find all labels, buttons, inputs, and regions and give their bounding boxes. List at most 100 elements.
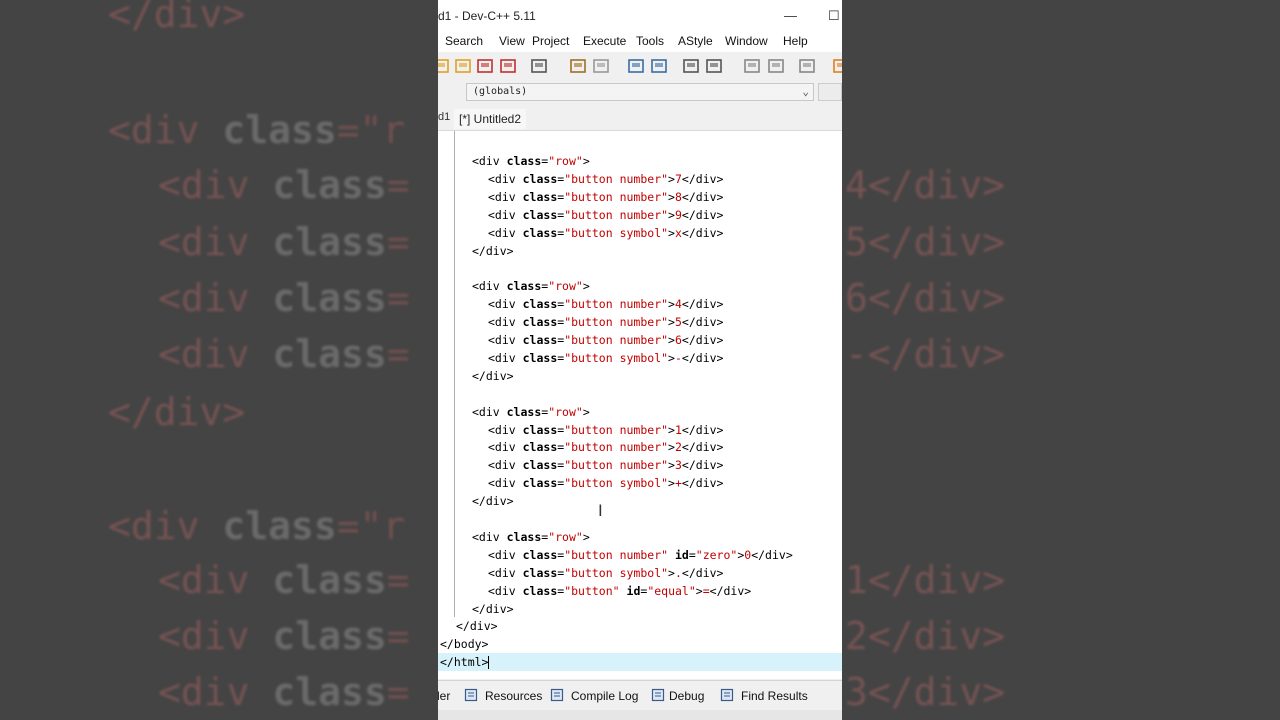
code-token: </div> (472, 243, 514, 258)
bg-code-text: </div> (108, 390, 246, 434)
bg-code-line: <div class= (158, 163, 410, 207)
bg-code-line: 2</div> (845, 614, 1005, 658)
current-code-line[interactable]: </html> (438, 653, 842, 672)
code-token: <div (488, 458, 523, 473)
menu-help[interactable]: Help (783, 34, 808, 48)
code-token: - (674, 350, 682, 365)
code-line[interactable]: <div class="button number">1</div> (438, 421, 723, 439)
code-line[interactable]: <div class="button number">6</div> (438, 331, 723, 349)
member-combo[interactable] (818, 83, 842, 101)
code-line[interactable]: <div class="button symbol">.</div> (438, 564, 723, 582)
code-line[interactable]: <div class="row"> (438, 403, 590, 421)
code-token: class (522, 583, 558, 598)
code-token: "button symbol" (564, 565, 669, 580)
menu-bar: Search View Project Execute Tools AStyle Windo… (438, 32, 842, 52)
code-line[interactable]: <div class="button number">4</div> (438, 295, 723, 313)
undo-icon[interactable] (569, 57, 587, 75)
print-icon[interactable] (530, 57, 548, 75)
menu-execute[interactable]: Execute (583, 34, 626, 48)
scope-combo[interactable]: (globals) ⌄ (466, 83, 814, 101)
menu-view[interactable]: View (499, 34, 525, 48)
code-line[interactable]: </div> (438, 242, 514, 260)
save-icon[interactable] (454, 57, 472, 75)
code-line[interactable]: </body> (438, 635, 488, 653)
code-token: </div> (751, 547, 793, 562)
menu-project[interactable]: Project (532, 34, 569, 48)
code-token: "button number" (564, 171, 669, 186)
code-line[interactable]: <div class="button number">5</div> (438, 313, 723, 331)
bottom-tab-compile-log[interactable]: Compile Log (571, 689, 638, 703)
bg-code-line: -</div> (845, 332, 1005, 376)
code-token: "button number" (564, 189, 669, 204)
bg-code-line: <div class= (158, 220, 410, 264)
code-token: class (522, 315, 558, 330)
code-token: <div (472, 154, 507, 168)
code-line[interactable]: </div> (438, 492, 514, 510)
code-token: </div> (709, 583, 752, 598)
code-token: <div (488, 422, 523, 437)
code-token: 6 (674, 333, 682, 347)
code-token: </div> (681, 440, 724, 455)
code-line[interactable]: <div class="button number">9</div> (438, 206, 723, 224)
bg-code-line: 1</div> (845, 558, 1005, 602)
code-line[interactable]: <div class="button" id="equal">=</div> (438, 582, 751, 600)
bg-code-line: 4</div> (845, 163, 1005, 207)
code-line[interactable]: </div> (438, 617, 498, 635)
replace-icon[interactable] (650, 57, 668, 75)
find-icon[interactable] (627, 57, 645, 75)
code-line[interactable]: <div class="row"> (438, 152, 590, 170)
code-token: "zero" (695, 547, 738, 562)
close-file-icon[interactable] (476, 57, 494, 75)
menu-astyle[interactable]: AStyle (678, 34, 713, 48)
bottom-tab-debug[interactable]: Debug (669, 689, 704, 703)
code-token: class (522, 476, 558, 491)
code-token: <div (488, 333, 523, 347)
code-token: </div> (472, 368, 514, 383)
code-line[interactable]: <div class="row"> (438, 528, 590, 546)
bottom-tab-find-results[interactable]: Find Results (741, 689, 808, 703)
code-line[interactable]: <div class="button number" id="zero">0</… (438, 546, 793, 564)
tab-untitled2[interactable]: [*] Untitled2 (454, 109, 527, 129)
close-all-icon[interactable] (499, 57, 517, 75)
menu-window[interactable]: Window (725, 34, 768, 48)
maximize-button[interactable]: ☐ (828, 8, 840, 24)
bg-code-text: <div (108, 108, 223, 152)
code-token: > (582, 529, 590, 544)
grid-icon[interactable] (832, 57, 842, 75)
bottom-tab-resources[interactable]: Resources (485, 689, 542, 703)
code-line[interactable]: <div class="button number">8</div> (438, 188, 723, 206)
code-token: "row" (548, 404, 583, 419)
code-token: <div (488, 189, 523, 204)
code-token: <div (488, 207, 523, 222)
code-line[interactable]: <div class="button number">3</div> (438, 456, 723, 474)
unindent-icon[interactable] (705, 57, 723, 75)
indent-icon[interactable] (682, 57, 700, 75)
code-token: <div (488, 565, 523, 580)
tab-fragment[interactable]: d1 (438, 111, 450, 123)
bookmark-icon[interactable] (743, 57, 761, 75)
code-line[interactable]: <div class="button number">7</div> (438, 170, 723, 188)
bg-code-line: 3</div> (845, 670, 1005, 714)
code-token: <div (488, 315, 523, 330)
minimize-button[interactable]: — (784, 8, 797, 23)
redo-icon[interactable] (592, 57, 610, 75)
code-line[interactable]: </div> (438, 600, 514, 618)
bottom-tab-ler[interactable]: ler (438, 689, 450, 703)
code-editor[interactable]: I <div class="row"> <div class="button nu… (438, 131, 842, 679)
code-line[interactable]: </div> (438, 367, 514, 385)
code-line[interactable]: <div class="button number">2</div> (438, 438, 723, 456)
menu-search[interactable]: Search (445, 34, 483, 48)
code-line[interactable]: <div class="button symbol">-</div> (438, 349, 723, 367)
debug-icon[interactable] (798, 57, 816, 75)
chevron-down-icon[interactable]: ⌄ (802, 85, 809, 98)
menu-tools[interactable]: Tools (636, 34, 664, 48)
code-token: </div> (681, 297, 724, 312)
code-line[interactable]: <div class="button symbol">x</div> (438, 224, 723, 242)
toolbar (438, 52, 842, 80)
code-line[interactable]: <div class="row"> (438, 277, 590, 295)
code-token: <div (488, 583, 523, 598)
goto-icon[interactable] (767, 57, 785, 75)
code-line[interactable]: <div class="button symbol">+</div> (438, 474, 723, 492)
save-all-icon[interactable] (438, 57, 450, 75)
find-results-icon (720, 688, 734, 702)
